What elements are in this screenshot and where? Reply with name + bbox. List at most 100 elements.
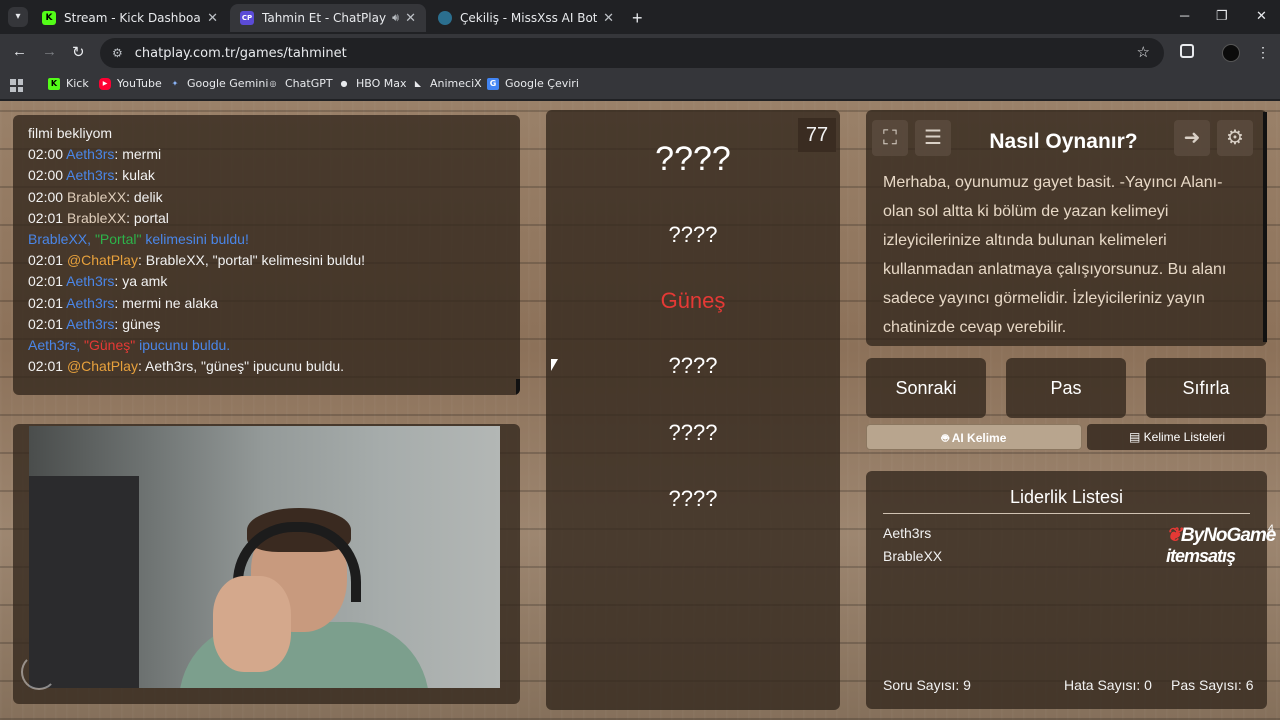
bookmark-label: Google Çeviri xyxy=(505,77,579,90)
how-to-play-text: Merhaba, oyunumuz gayet basit. -Yayıncı … xyxy=(883,174,1227,336)
how-to-play-panel: ⛶ ☰ ➜ ⚙ Nasıl Oynanır? Merhaba, oyunumuz… xyxy=(866,110,1267,346)
chat-system-line: Aeth3rs, "Güneş" ipucunu buldu. xyxy=(28,335,505,356)
tab-label: Kelime Listeleri xyxy=(1143,430,1226,444)
bookmark-label: HBO Max xyxy=(356,77,407,90)
reload-icon[interactable]: ↻ xyxy=(72,43,85,61)
chat-message: BrableXX, "portal" kelimesini buldu! xyxy=(145,252,366,269)
chat-message: ya amk xyxy=(122,273,168,290)
chat-separator: : xyxy=(126,188,134,205)
chat-message: kelimesini buldu! xyxy=(141,231,249,248)
webcam-panel xyxy=(13,424,520,704)
tab-label: Çekiliş - MissXss AI Bot System xyxy=(460,11,598,25)
leaderboard-entry: BrableXX xyxy=(883,548,943,564)
flame-icon: ❦ xyxy=(1166,525,1182,546)
chat-separator: : xyxy=(137,358,145,375)
loading-spinner-icon xyxy=(21,654,57,690)
chat-message: mermi xyxy=(122,146,162,163)
tab-kick-dashboard[interactable]: K Stream - Kick Dashboard ✕ xyxy=(32,4,228,32)
bookmark-hbo-max[interactable]: ● HBO Max xyxy=(338,77,407,90)
sponsor-badge: 4 xyxy=(1267,523,1274,535)
tab-ai-word[interactable]: 🤖︎ AI Kelime xyxy=(866,424,1082,450)
pass-button[interactable]: Pas xyxy=(1006,358,1126,418)
leaderboard-entry: Aeth3rs xyxy=(883,525,932,541)
bookmark-gemini[interactable]: ✦ Google Gemini xyxy=(169,77,269,90)
chat-line: 02:00 Aeth3rs: kulak xyxy=(28,165,505,186)
next-button[interactable]: Sonraki xyxy=(866,358,986,418)
address-bar[interactable]: ⚙ chatplay.com.tr/games/tahminet ☆ xyxy=(100,38,1164,68)
new-tab-icon[interactable]: + xyxy=(632,8,643,29)
tab-tahmin-et[interactable]: CP Tahmin Et - ChatPlay 🔊︎ ✕ xyxy=(230,4,426,32)
bookmark-label: Kick xyxy=(66,77,89,90)
bot-favicon-icon xyxy=(438,11,452,25)
close-tab-icon[interactable]: ✕ xyxy=(405,11,416,26)
chat-message: portal xyxy=(133,209,169,226)
url-text[interactable]: chatplay.com.tr/games/tahminet xyxy=(135,46,347,61)
close-window-icon[interactable]: ✕ xyxy=(1256,8,1267,24)
chat-time: 02:01 xyxy=(28,273,64,290)
bookmark-chatgpt[interactable]: ◎ ChatGPT xyxy=(267,77,333,90)
chat-line: 02:00 Aeth3rs: mermi xyxy=(28,144,505,165)
webcam-person-hand xyxy=(213,576,291,672)
minimize-icon[interactable]: ─ xyxy=(1180,8,1189,23)
game-page: filmi bekliyom 02:00 Aeth3rs: mermi 02:0… xyxy=(0,101,1280,720)
main-word: ???? xyxy=(655,140,731,178)
extensions-icon[interactable] xyxy=(1180,44,1194,58)
chatplay-favicon-icon: CP xyxy=(240,11,254,25)
tab-bar: ▾ K Stream - Kick Dashboard ✕ CP Tahmin … xyxy=(0,0,1280,34)
chat-message: delik xyxy=(133,188,163,205)
tab-label: AI Kelime xyxy=(951,431,1007,445)
chat-line: 02:01 Aeth3rs: mermi ne alaka xyxy=(28,293,505,314)
how-to-play-scrollbar[interactable] xyxy=(1263,112,1267,342)
bookmark-star-icon[interactable]: ☆ xyxy=(1137,43,1150,61)
reset-button[interactable]: Sıfırla xyxy=(1146,358,1266,418)
mouse-cursor-icon xyxy=(551,359,558,371)
apps-grid-icon[interactable] xyxy=(10,79,23,92)
chat-username: Aeth3rs, xyxy=(28,337,85,354)
tab-label: Tahmin Et - ChatPlay xyxy=(262,11,387,25)
chat-username: BrableXX, xyxy=(28,231,95,248)
hint-word-revealed: Güneş xyxy=(660,288,726,313)
bookmarks-bar: K Kick ▶ YouTube ✦ Google Gemini ◎ ChatG… xyxy=(0,72,1280,100)
youtube-icon: ▶ xyxy=(99,77,111,90)
leaderboard-panel: Liderlik Listesi Aeth3rs BrableXX Soru S… xyxy=(866,471,1267,709)
chat-time: 02:01 xyxy=(28,209,64,226)
chat-separator: : xyxy=(126,209,134,226)
chat-system-line: BrableXX, "Portal" kelimesini buldu! xyxy=(28,229,505,250)
chat-line: 02:00 BrableXX: delik xyxy=(28,187,505,208)
tab-word-lists[interactable]: ▤ Kelime Listeleri xyxy=(1087,424,1267,450)
bookmark-label: AnimeciX xyxy=(430,77,482,90)
chat-time: 02:01 xyxy=(28,315,64,332)
bookmark-animecix[interactable]: ◣ AnimeciX xyxy=(412,77,482,90)
tab-search-button[interactable]: ▾ xyxy=(8,7,28,27)
question-count: Soru Sayısı: 9 xyxy=(883,677,971,693)
chat-message: güneş xyxy=(122,315,161,332)
found-hint: "Güneş" xyxy=(84,337,136,354)
hint-word: ???? xyxy=(668,353,718,378)
menu-icon[interactable]: ⋮ xyxy=(1256,44,1270,61)
close-tab-icon[interactable]: ✕ xyxy=(603,11,614,26)
chat-message: mermi ne alaka xyxy=(122,294,218,311)
hint-word: ???? xyxy=(668,222,718,247)
chat-line: 02:01 BrableXX: portal xyxy=(28,208,505,229)
chat-scrollbar[interactable] xyxy=(516,379,520,395)
back-icon[interactable]: ← xyxy=(12,43,27,60)
chat-message: kulak xyxy=(122,167,155,184)
bookmark-youtube[interactable]: ▶ YouTube xyxy=(99,77,162,90)
chat-line: 02:01 @ChatPlay: Aeth3rs, "güneş" ipucun… xyxy=(28,356,505,377)
pass-count: Pas Sayısı: 6 xyxy=(1171,677,1254,693)
chat-username: Aeth3rs xyxy=(66,146,115,163)
bookmark-google-ceviri[interactable]: G Google Çeviri xyxy=(487,77,579,90)
profile-avatar[interactable] xyxy=(1222,44,1240,62)
forward-icon[interactable]: → xyxy=(42,43,57,60)
bookmark-kick[interactable]: K Kick xyxy=(48,77,89,90)
chat-username: BrableXX xyxy=(66,209,127,226)
how-to-play-title: Nasıl Oynanır? xyxy=(989,130,1138,153)
site-settings-icon[interactable]: ⚙ xyxy=(112,46,123,60)
tab-cekilis[interactable]: Çekiliş - MissXss AI Bot System ✕ xyxy=(428,4,624,32)
close-tab-icon[interactable]: ✕ xyxy=(207,11,218,26)
chatgpt-icon: ◎ xyxy=(269,78,277,88)
maximize-icon[interactable]: ❐ xyxy=(1216,8,1228,24)
speaker-icon[interactable]: 🔊︎ xyxy=(392,11,399,25)
kick-icon: K xyxy=(48,77,60,90)
chat-message: ipucunu buldu. xyxy=(135,337,231,354)
